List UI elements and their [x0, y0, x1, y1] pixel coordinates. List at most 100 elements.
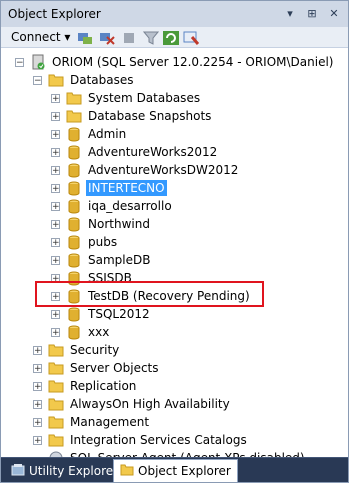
expand-toggle[interactable]: + — [33, 435, 42, 445]
folder-icon — [48, 378, 64, 394]
server-label: ORIOM (SQL Server 12.0.2254 - ORIOM\Dani… — [52, 55, 334, 69]
tree-node-management[interactable]: + Management — [33, 413, 151, 431]
expand-toggle[interactable]: + — [51, 237, 60, 247]
tree-node-database-selected[interactable]: + INTERTECNO — [51, 179, 167, 197]
filter-icon[interactable] — [142, 30, 160, 45]
utility-icon — [11, 463, 25, 480]
collapse-toggle[interactable]: − — [15, 57, 24, 67]
expand-toggle[interactable]: + — [51, 309, 60, 319]
database-label: SSISDB — [88, 271, 132, 285]
tree-node-database-snapshots[interactable]: + Database Snapshots — [51, 107, 213, 125]
folder-icon — [48, 414, 64, 430]
database-label: iqa_desarrollo — [88, 199, 172, 213]
window-title: Object Explorer — [8, 7, 101, 21]
database-label: Northwind — [88, 217, 150, 231]
tree-node-security[interactable]: + Security — [33, 341, 121, 359]
folder-label: System Databases — [88, 91, 201, 105]
dropdown-icon[interactable]: ▾ — [282, 5, 298, 21]
expand-toggle[interactable]: + — [51, 291, 60, 301]
expand-toggle[interactable]: + — [51, 183, 60, 193]
tree-node-database[interactable]: + Admin — [51, 125, 128, 143]
expand-toggle[interactable]: + — [51, 129, 60, 139]
tree-node-database[interactable]: + pubs — [51, 233, 119, 251]
pin-icon[interactable]: ⊞ — [304, 5, 320, 21]
tree-node-databases[interactable]: − Databases — [33, 71, 136, 89]
database-label: TestDB (Recovery Pending) — [88, 289, 250, 303]
tree-node-alwayson[interactable]: + AlwaysOn High Availability — [33, 395, 232, 413]
database-label: xxx — [88, 325, 110, 339]
connect-button[interactable]: Connect ▾ — [11, 30, 70, 44]
database-icon — [66, 306, 82, 322]
tree-node-database[interactable]: + xxx — [51, 323, 111, 341]
expand-toggle[interactable]: + — [33, 399, 42, 409]
disconnect-icon[interactable] — [99, 30, 115, 45]
folder-label: Replication — [70, 379, 137, 393]
toolbar: Connect ▾ — [1, 27, 348, 48]
expand-toggle[interactable]: + — [51, 201, 60, 211]
tree-node-database[interactable]: + SampleDB — [51, 251, 152, 269]
tree-node-server-objects[interactable]: + Server Objects — [33, 359, 161, 377]
title-bar: Object Explorer ▾ ⊞ ✕ — [1, 1, 348, 28]
expand-toggle[interactable]: + — [33, 345, 42, 355]
expand-toggle[interactable]: + — [51, 219, 60, 229]
expand-toggle[interactable]: + — [51, 273, 60, 283]
tree-node-database-testdb[interactable]: + TestDB (Recovery Pending) — [51, 287, 252, 305]
database-label: AdventureWorksDW2012 — [88, 163, 239, 177]
database-label: pubs — [88, 235, 118, 249]
database-icon — [66, 270, 82, 286]
collapse-toggle[interactable]: − — [33, 75, 42, 85]
folder-label: Database Snapshots — [88, 109, 212, 123]
database-label: SampleDB — [88, 253, 151, 267]
refresh-icon[interactable] — [163, 30, 179, 45]
database-icon — [66, 288, 82, 304]
server-icon — [30, 54, 46, 70]
folder-label: AlwaysOn High Availability — [70, 397, 230, 411]
close-icon[interactable]: ✕ — [326, 5, 342, 21]
databases-label: Databases — [70, 73, 134, 87]
expand-toggle[interactable]: + — [51, 255, 60, 265]
tree-node-database[interactable]: + SSISDB — [51, 269, 134, 287]
object-tree: − ORIOM (SQL Server 12.0.2254 - ORIOM\Da… — [1, 49, 348, 458]
expand-toggle[interactable]: + — [51, 327, 60, 337]
folder-icon — [48, 360, 64, 376]
tree-node-database[interactable]: + iqa_desarrollo — [51, 197, 174, 215]
tree-node-database[interactable]: + AdventureWorksDW2012 — [51, 161, 240, 179]
folder-icon — [48, 396, 64, 412]
folder-label: Integration Services Catalogs — [70, 433, 247, 447]
tree-node-system-databases[interactable]: + System Databases — [51, 89, 202, 107]
expand-toggle[interactable]: + — [51, 93, 60, 103]
connect-server-icon[interactable] — [77, 30, 93, 44]
tree-node-replication[interactable]: + Replication — [33, 377, 138, 395]
folder-icon — [48, 72, 64, 88]
expand-toggle[interactable]: + — [33, 417, 42, 427]
tab-utility-explorer[interactable]: Utility Explorer — [5, 460, 124, 482]
object-explorer-window: Object Explorer ▾ ⊞ ✕ Connect ▾ − ORIOM … — [0, 0, 349, 483]
tree-node-database[interactable]: + AdventureWorks2012 — [51, 143, 219, 161]
bottom-tabs: Utility Explorer Object Explorer — [1, 457, 348, 482]
folder-icon — [48, 432, 64, 448]
stop-icon[interactable] — [121, 30, 137, 44]
database-icon — [66, 180, 82, 196]
folder-icon — [66, 90, 82, 106]
expand-toggle[interactable]: + — [51, 165, 60, 175]
database-icon — [66, 162, 82, 178]
tree-node-integration-services[interactable]: + Integration Services Catalogs — [33, 431, 249, 449]
database-label: Admin — [88, 127, 127, 141]
tree-node-database[interactable]: + Northwind — [51, 215, 152, 233]
database-label: AdventureWorks2012 — [88, 145, 218, 159]
expand-toggle[interactable]: + — [51, 111, 60, 121]
folder-label: Security — [70, 343, 120, 357]
tree-node-server[interactable]: − ORIOM (SQL Server 12.0.2254 - ORIOM\Da… — [15, 53, 335, 71]
expand-toggle[interactable]: + — [33, 381, 42, 391]
database-icon — [66, 324, 82, 340]
folder-label: Server Objects — [70, 361, 159, 375]
activity-monitor-icon[interactable] — [183, 30, 200, 45]
expand-toggle[interactable]: + — [51, 147, 60, 157]
folder-label: Management — [70, 415, 150, 429]
tab-label: Utility Explorer — [29, 464, 119, 478]
database-icon — [66, 126, 82, 142]
tree-node-database[interactable]: + TSQL2012 — [51, 305, 152, 323]
expand-toggle[interactable]: + — [33, 363, 42, 373]
tab-object-explorer[interactable]: Object Explorer — [113, 459, 238, 482]
database-icon — [66, 198, 82, 214]
